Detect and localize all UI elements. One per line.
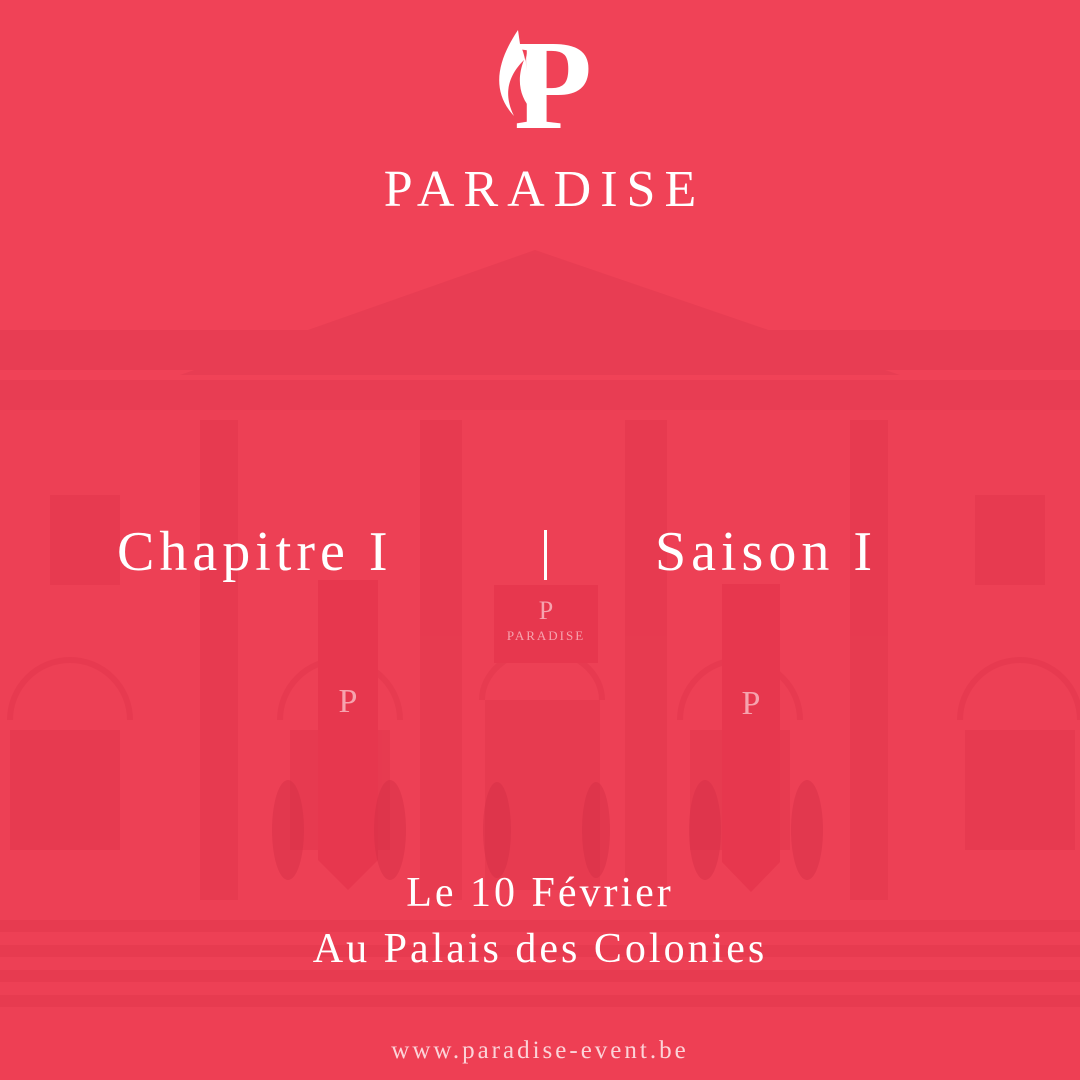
vertical-bar-icon [544, 530, 547, 580]
banner-center-monogram: P [538, 596, 554, 625]
logo-letter: P [513, 14, 593, 156]
season-title: Saison I [655, 521, 877, 583]
event-date: Le 10 Février [406, 870, 674, 916]
banner-right-monogram: P [741, 685, 761, 722]
brand-name: PARADISE [383, 161, 706, 218]
banner-left [318, 580, 378, 890]
chapter-title: Chapitre I [117, 521, 393, 583]
banner-right [722, 584, 780, 892]
event-venue: Au Palais des Colonies [312, 926, 768, 972]
banner-center-label: PARADISE [506, 628, 586, 643]
banner-left-monogram: P [338, 683, 358, 720]
website-link[interactable]: www.paradise-event.be [0, 1036, 1080, 1066]
logo: P [0, 20, 1080, 150]
event-poster: PARADISE P P P P PARADISE Chapitre I Sai… [0, 0, 1080, 1080]
